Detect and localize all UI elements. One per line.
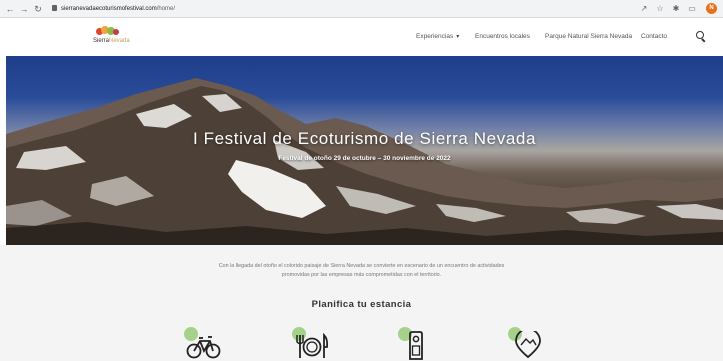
restaurant-icon <box>296 332 329 358</box>
map-pin-icon <box>515 331 541 359</box>
hotel-key-icon <box>409 331 423 360</box>
url-host: sierranevadaecoturismofestival.com <box>61 6 157 12</box>
lock-icon <box>52 5 57 11</box>
bicycle-icon <box>186 336 221 359</box>
reload-icon[interactable]: ↻ <box>32 3 44 15</box>
nav-contacto[interactable]: Contacto <box>641 18 667 56</box>
share-icon[interactable]: ↗ <box>638 3 650 15</box>
back-icon[interactable]: ← <box>4 3 16 15</box>
forward-icon[interactable]: → <box>18 3 30 15</box>
profile-avatar[interactable]: N <box>706 3 717 14</box>
url-path: /home/ <box>156 6 176 12</box>
mountain-landscape <box>6 78 723 245</box>
extensions-icon[interactable]: ✱ <box>670 3 682 15</box>
hero-subtitle: Festival de otoño 29 de octubre – 30 nov… <box>278 155 451 162</box>
chevron-down-icon: ▾ <box>456 34 460 40</box>
feature-restaurants[interactable] <box>292 327 332 361</box>
nav-experiencias[interactable]: Experiencias ▾ <box>416 18 459 56</box>
address-bar[interactable]: sierranevadaecoturismofestival.com/home/ <box>52 3 175 15</box>
nav-parque-natural[interactable]: Parque Natural Sierra Nevada <box>545 18 632 56</box>
search-icon[interactable] <box>696 31 707 43</box>
browser-toolbar: ← → ↻ sierranevadaecoturismofestival.com… <box>0 0 723 18</box>
feature-places[interactable] <box>508 327 548 361</box>
logo-text: SierraNevada <box>93 38 130 44</box>
feature-bicycle[interactable] <box>184 327 224 361</box>
hero-title: I Festival de Ecoturismo de Sierra Nevad… <box>192 129 537 148</box>
bookmark-star-icon[interactable]: ☆ <box>654 3 666 15</box>
site-logo[interactable]: SierraNevada <box>88 26 134 50</box>
site-header: SierraNevada Experiencias ▾ Encuentros lo… <box>0 18 723 56</box>
section-title: Planifica tu estancia <box>311 299 412 310</box>
nav-experiencias-label: Experiencias <box>416 33 454 40</box>
sidepanel-icon[interactable]: ▭ <box>686 3 698 15</box>
feature-accommodation[interactable] <box>398 327 438 361</box>
intro-section: Con la llegada del otoño el colorido pai… <box>0 245 723 361</box>
nav-encuentros-locales[interactable]: Encuentros locales <box>475 18 530 56</box>
logo-mark-crimson <box>113 29 119 35</box>
hero-banner: I Festival de Ecoturismo de Sierra Nevad… <box>6 56 723 245</box>
intro-text: Con la llegada del otoño el colorido pai… <box>218 263 505 278</box>
